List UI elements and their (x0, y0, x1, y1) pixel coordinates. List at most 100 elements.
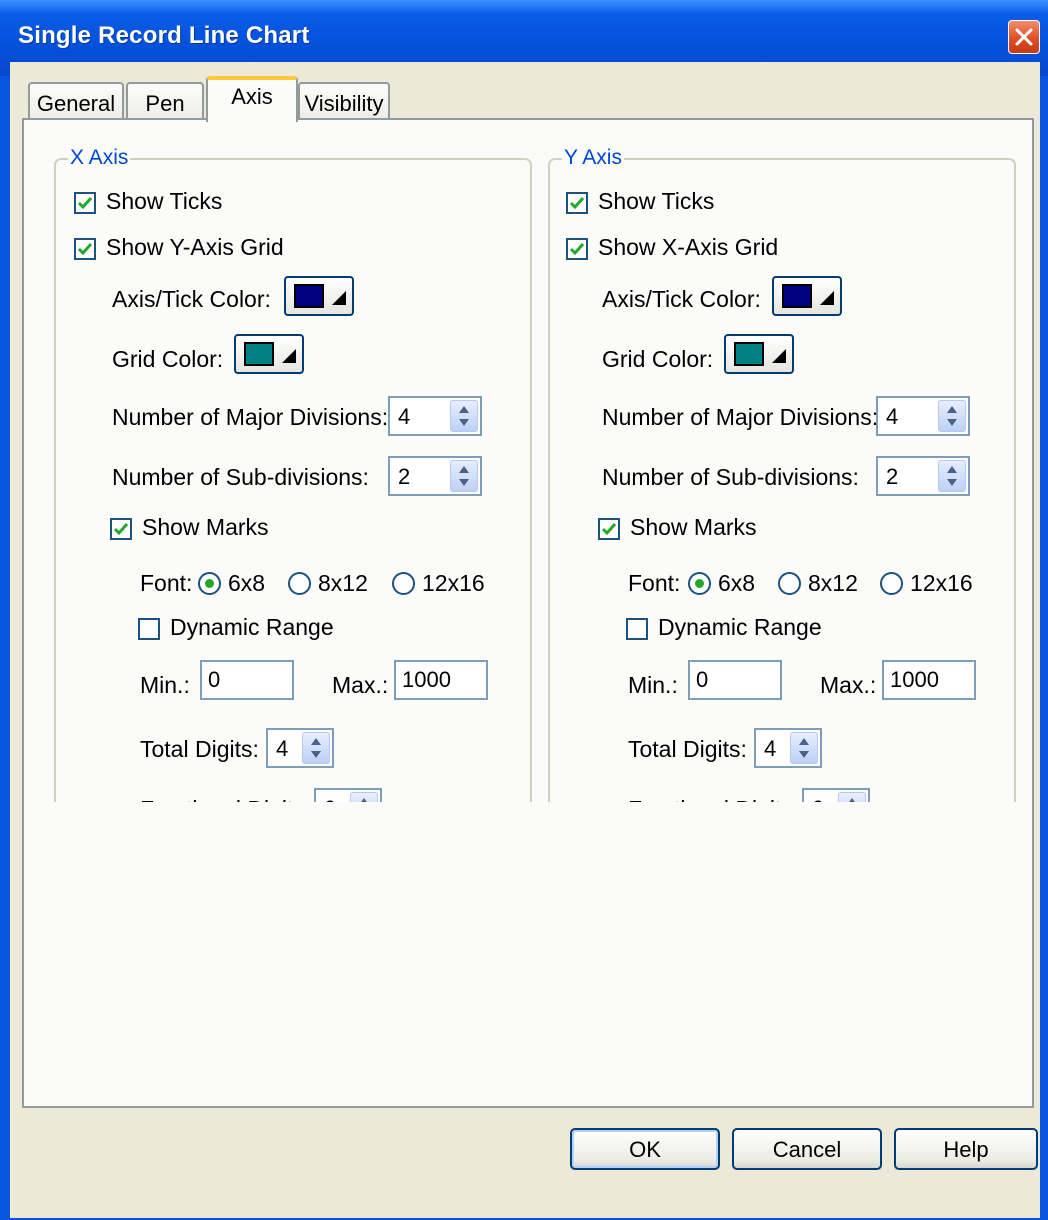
tab-general[interactable]: General (28, 82, 124, 122)
y-grid-color-label: Grid Color: (602, 346, 714, 372)
y-axis-tick-color-button[interactable] (772, 276, 842, 316)
tab-visibility[interactable]: Visibility (298, 82, 390, 122)
spinner-buttons[interactable] (938, 400, 966, 432)
y-min-label: Min.: (628, 672, 678, 698)
y-total-digits-spinner[interactable]: 4 (754, 728, 822, 768)
y-font-6x8-radio[interactable] (688, 572, 711, 595)
spin-down-icon[interactable] (459, 419, 469, 426)
checkmark-icon (601, 523, 617, 536)
x-font-8x12-label: 8x12 (318, 570, 368, 596)
x-font-8x12-radio[interactable] (288, 572, 311, 595)
spin-down-icon[interactable] (947, 479, 957, 486)
y-show-marks-checkbox[interactable] (598, 518, 620, 540)
dialog-window: Single Record Line Chart General Pen Axi… (0, 0, 1048, 1220)
x-total-digits-label: Total Digits: (140, 736, 259, 762)
checkmark-icon (569, 243, 585, 256)
y-min-value: 0 (696, 667, 709, 692)
color-swatch (734, 342, 764, 366)
axis-tab-panel: X Axis Show Ticks Show Y-Axis Grid Axis/… (22, 118, 1034, 848)
spinner-value: 4 (886, 404, 899, 429)
x-min-label: Min.: (140, 672, 190, 698)
spin-down-icon[interactable] (799, 751, 809, 758)
spinner-buttons[interactable] (450, 400, 478, 432)
spinner-value: 4 (398, 404, 411, 429)
y-max-value: 1000 (890, 667, 939, 692)
x-min-input[interactable]: 0 (200, 660, 294, 700)
tab-label: General (36, 91, 116, 116)
y-axis-group-title: Y Axis (562, 146, 624, 170)
tab-axis[interactable]: Axis (206, 76, 298, 122)
dropdown-arrow-icon (282, 349, 296, 363)
spinner-value: 2 (398, 464, 411, 489)
spin-up-icon[interactable] (799, 738, 809, 745)
y-show-grid-label: Show X-Axis Grid (598, 234, 779, 260)
y-sub-divisions-spinner[interactable]: 2 (876, 456, 970, 496)
x-font-6x8-label: 6x8 (228, 570, 266, 596)
spin-up-icon[interactable] (311, 738, 321, 745)
spinner-value: 2 (886, 464, 899, 489)
y-major-divisions-spinner[interactable]: 4 (876, 396, 970, 436)
x-axis-group-title: X Axis (68, 146, 131, 170)
tab-label: Pen (145, 91, 185, 116)
x-font-12x16-radio[interactable] (392, 572, 415, 595)
dropdown-arrow-icon (820, 291, 834, 305)
y-grid-color-button[interactable] (724, 334, 794, 374)
x-sub-divisions-label: Number of Sub-divisions: (112, 464, 369, 490)
spin-down-icon[interactable] (947, 419, 957, 426)
x-max-label: Max.: (332, 672, 389, 698)
spinner-buttons[interactable] (450, 460, 478, 492)
spinner-buttons[interactable] (790, 732, 818, 764)
x-show-marks-label: Show Marks (142, 514, 269, 540)
y-show-grid-checkbox[interactable] (566, 238, 588, 260)
help-button[interactable]: Help (894, 1128, 1038, 1170)
spin-up-icon[interactable] (459, 466, 469, 473)
x-dynamic-range-checkbox[interactable] (138, 618, 160, 640)
x-grid-color-button[interactable] (234, 334, 304, 374)
x-axis-group: X Axis Show Ticks Show Y-Axis Grid Axis/… (54, 146, 532, 848)
x-font-6x8-radio[interactable] (198, 572, 221, 595)
window-title: Single Record Line Chart (18, 22, 310, 49)
y-min-input[interactable]: 0 (688, 660, 782, 700)
y-font-12x16-radio[interactable] (880, 572, 903, 595)
x-grid-color-label: Grid Color: (112, 346, 224, 372)
y-show-ticks-label: Show Ticks (598, 188, 715, 214)
spin-up-icon[interactable] (947, 406, 957, 413)
cancel-button[interactable]: Cancel (732, 1128, 882, 1170)
ok-button[interactable]: OK (570, 1128, 720, 1170)
y-axis-tick-color-label: Axis/Tick Color: (602, 286, 761, 312)
x-axis-tick-color-label: Axis/Tick Color: (112, 286, 271, 312)
x-total-digits-spinner[interactable]: 4 (266, 728, 334, 768)
x-sub-divisions-spinner[interactable]: 2 (388, 456, 482, 496)
y-max-input[interactable]: 1000 (882, 660, 976, 700)
close-button[interactable] (1008, 20, 1040, 54)
spin-down-icon[interactable] (311, 751, 321, 758)
close-icon (1015, 28, 1033, 46)
x-show-ticks-checkbox[interactable] (74, 192, 96, 214)
checkmark-icon (77, 243, 93, 256)
y-font-12x16-label: 12x16 (910, 570, 973, 596)
y-total-digits-label: Total Digits: (628, 736, 747, 762)
spin-down-icon[interactable] (459, 479, 469, 486)
color-swatch (782, 284, 812, 308)
spinner-buttons[interactable] (938, 460, 966, 492)
spin-up-icon[interactable] (459, 406, 469, 413)
tab-panel-lower (22, 802, 1034, 1108)
x-min-value: 0 (208, 667, 221, 692)
y-dynamic-range-checkbox[interactable] (626, 618, 648, 640)
y-axis-group: Y Axis Show Ticks Show X-Axis Grid Axis/… (548, 146, 1016, 848)
dialog-client-area: General Pen Axis Visibility X Axis Show … (10, 62, 1040, 1218)
tab-pen[interactable]: Pen (126, 82, 204, 122)
x-axis-tick-color-button[interactable] (284, 276, 354, 316)
checkmark-icon (77, 197, 93, 210)
y-font-8x12-radio[interactable] (778, 572, 801, 595)
y-font-label: Font: (628, 570, 681, 596)
x-show-marks-checkbox[interactable] (110, 518, 132, 540)
y-show-ticks-checkbox[interactable] (566, 192, 588, 214)
x-show-grid-checkbox[interactable] (74, 238, 96, 260)
x-major-divisions-spinner[interactable]: 4 (388, 396, 482, 436)
spinner-buttons[interactable] (302, 732, 330, 764)
y-show-marks-label: Show Marks (630, 514, 757, 540)
spin-up-icon[interactable] (947, 466, 957, 473)
y-dynamic-range-label: Dynamic Range (658, 614, 822, 640)
x-max-input[interactable]: 1000 (394, 660, 488, 700)
